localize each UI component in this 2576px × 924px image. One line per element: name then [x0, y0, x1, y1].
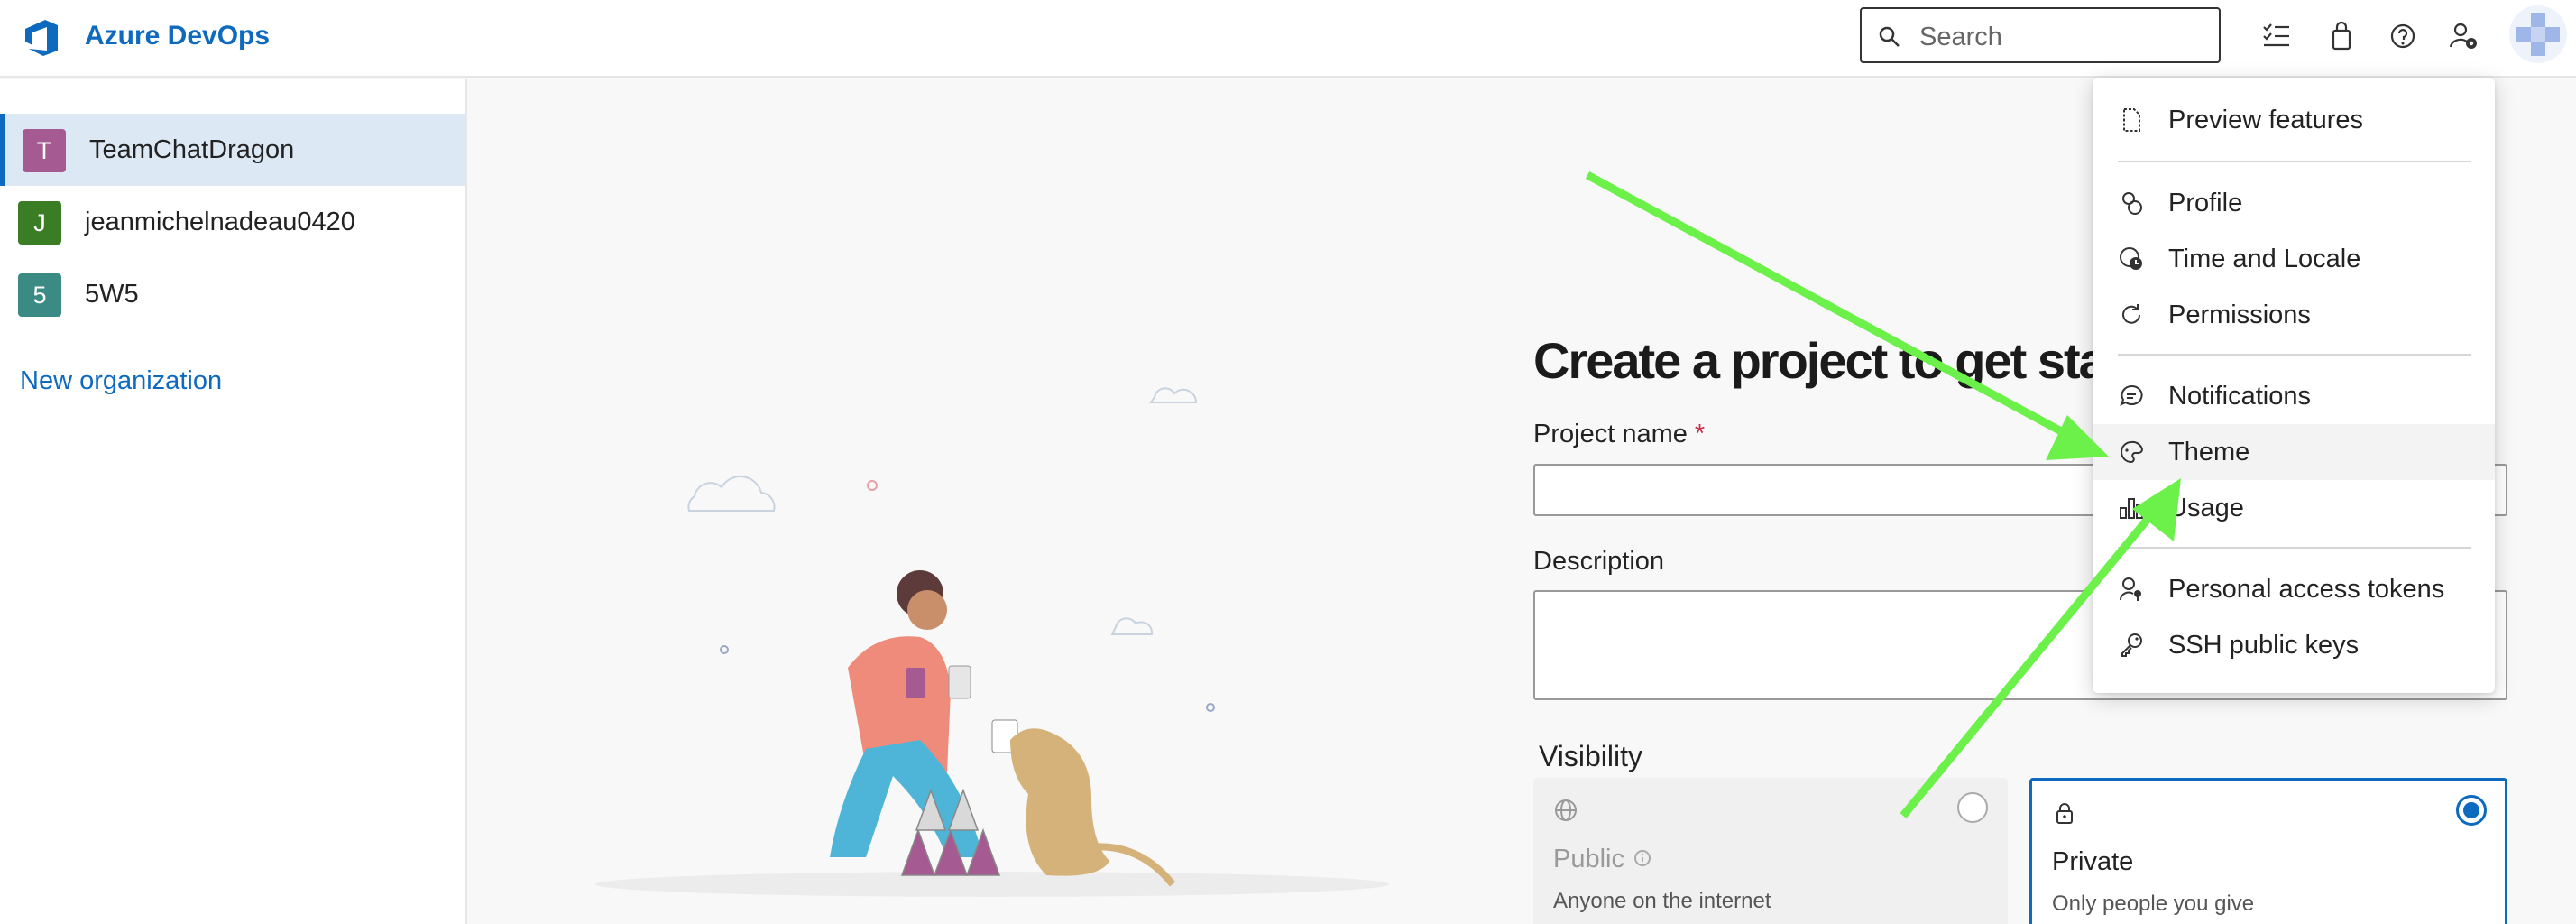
top-bar: Azure DevOps Search — [0, 0, 2576, 78]
menu-item-label: Permissions — [2168, 300, 2311, 329]
avatar-pattern-icon — [2516, 13, 2560, 56]
menu-item-label: Time and Locale — [2168, 245, 2361, 273]
org-name: TeamChatDragon — [89, 135, 295, 164]
refresh-icon — [2122, 304, 2140, 324]
search-icon — [1879, 26, 1900, 47]
public-radio[interactable] — [1957, 792, 1988, 823]
document-icon — [2123, 108, 2140, 132]
menu-separator — [2118, 547, 2471, 549]
org-badge: J — [18, 201, 61, 245]
private-option-title: Private — [2052, 847, 2134, 876]
lock-icon — [2056, 803, 2073, 824]
globe-icon — [1555, 799, 1577, 821]
menu-item-label: Preview features — [2168, 106, 2363, 134]
globe-clock-icon — [2120, 247, 2142, 270]
private-radio[interactable] — [2456, 795, 2487, 826]
menu-item-notifications[interactable]: Notifications — [2093, 368, 2495, 424]
project-name-label: Project name * — [1533, 418, 1705, 450]
azure-devops-logo-icon[interactable] — [20, 16, 63, 60]
visibility-heading: Visibility — [1539, 740, 1642, 772]
public-option-title: Public — [1553, 845, 1624, 873]
org-badge: 5 — [18, 273, 61, 317]
user-settings-menu: Preview features Profile Time and Locale… — [2093, 78, 2495, 693]
menu-item-label: SSH public keys — [2168, 631, 2360, 660]
org-item-5w5[interactable]: 5 5W5 — [0, 258, 465, 330]
task-list-icon[interactable] — [2259, 18, 2295, 54]
profile-icon — [2122, 192, 2142, 215]
description-label: Description — [1533, 547, 1665, 576]
bar-chart-icon — [2120, 498, 2143, 519]
private-radio-dot — [2463, 802, 2479, 818]
public-visibility-option[interactable]: Public Anyone on the internet — [1533, 778, 2008, 924]
key-icon — [2121, 633, 2142, 657]
menu-item-label: Theme — [2168, 438, 2250, 467]
menu-item-profile[interactable]: Profile — [2093, 175, 2495, 231]
person-key-icon — [2120, 578, 2141, 601]
user-avatar[interactable] — [2509, 5, 2567, 63]
menu-item-preview-features[interactable]: Preview features — [2093, 92, 2495, 148]
new-organization-link[interactable]: New organization — [20, 365, 222, 397]
illustration-person-dog-cards — [595, 387, 1389, 897]
menu-item-usage[interactable]: Usage — [2093, 480, 2495, 536]
menu-item-label: Usage — [2168, 494, 2244, 522]
public-option-description: Anyone on the internet — [1553, 889, 1771, 913]
org-badge: T — [23, 129, 66, 172]
org-name: 5W5 — [85, 280, 139, 309]
menu-item-permissions[interactable]: Permissions — [2093, 287, 2495, 343]
menu-item-personal-access-tokens[interactable]: Personal access tokens — [2093, 561, 2495, 617]
required-marker: * — [1694, 420, 1706, 448]
user-settings-icon[interactable] — [2446, 18, 2482, 54]
org-item-teamchatdragon[interactable]: T TeamChatDragon — [0, 114, 465, 186]
menu-item-theme[interactable]: Theme — [2093, 424, 2495, 480]
menu-item-ssh-public-keys[interactable]: SSH public keys — [2093, 617, 2495, 673]
chat-icon — [2120, 384, 2143, 406]
brand-name[interactable]: Azure DevOps — [85, 20, 270, 52]
private-option-description: Only people you give — [2052, 892, 2255, 916]
search-input[interactable]: Search — [1860, 7, 2221, 63]
menu-separator — [2118, 161, 2471, 162]
org-name: jeanmichelnadeau0420 — [85, 208, 355, 236]
annotation-arrow-upper — [1585, 171, 2077, 442]
help-icon[interactable] — [2385, 18, 2421, 54]
menu-item-label: Notifications — [2168, 382, 2311, 411]
org-item-jeanmichelnadeau0420[interactable]: J jeanmichelnadeau0420 — [0, 186, 465, 258]
palette-icon — [2121, 440, 2144, 464]
organization-sidebar: T TeamChatDragon J jeanmichelnadeau0420 … — [0, 79, 467, 924]
menu-item-label: Personal access tokens — [2168, 575, 2445, 604]
menu-item-label: Profile — [2168, 189, 2243, 217]
private-visibility-option[interactable]: Private Only people you give — [2029, 778, 2507, 924]
info-icon[interactable] — [1633, 848, 1652, 868]
project-name-label-text: Project name — [1533, 420, 1688, 448]
shopping-bag-icon[interactable] — [2323, 18, 2360, 54]
search-placeholder: Search — [1919, 23, 2002, 51]
menu-item-time-and-locale[interactable]: Time and Locale — [2093, 231, 2495, 287]
menu-separator — [2118, 354, 2471, 356]
